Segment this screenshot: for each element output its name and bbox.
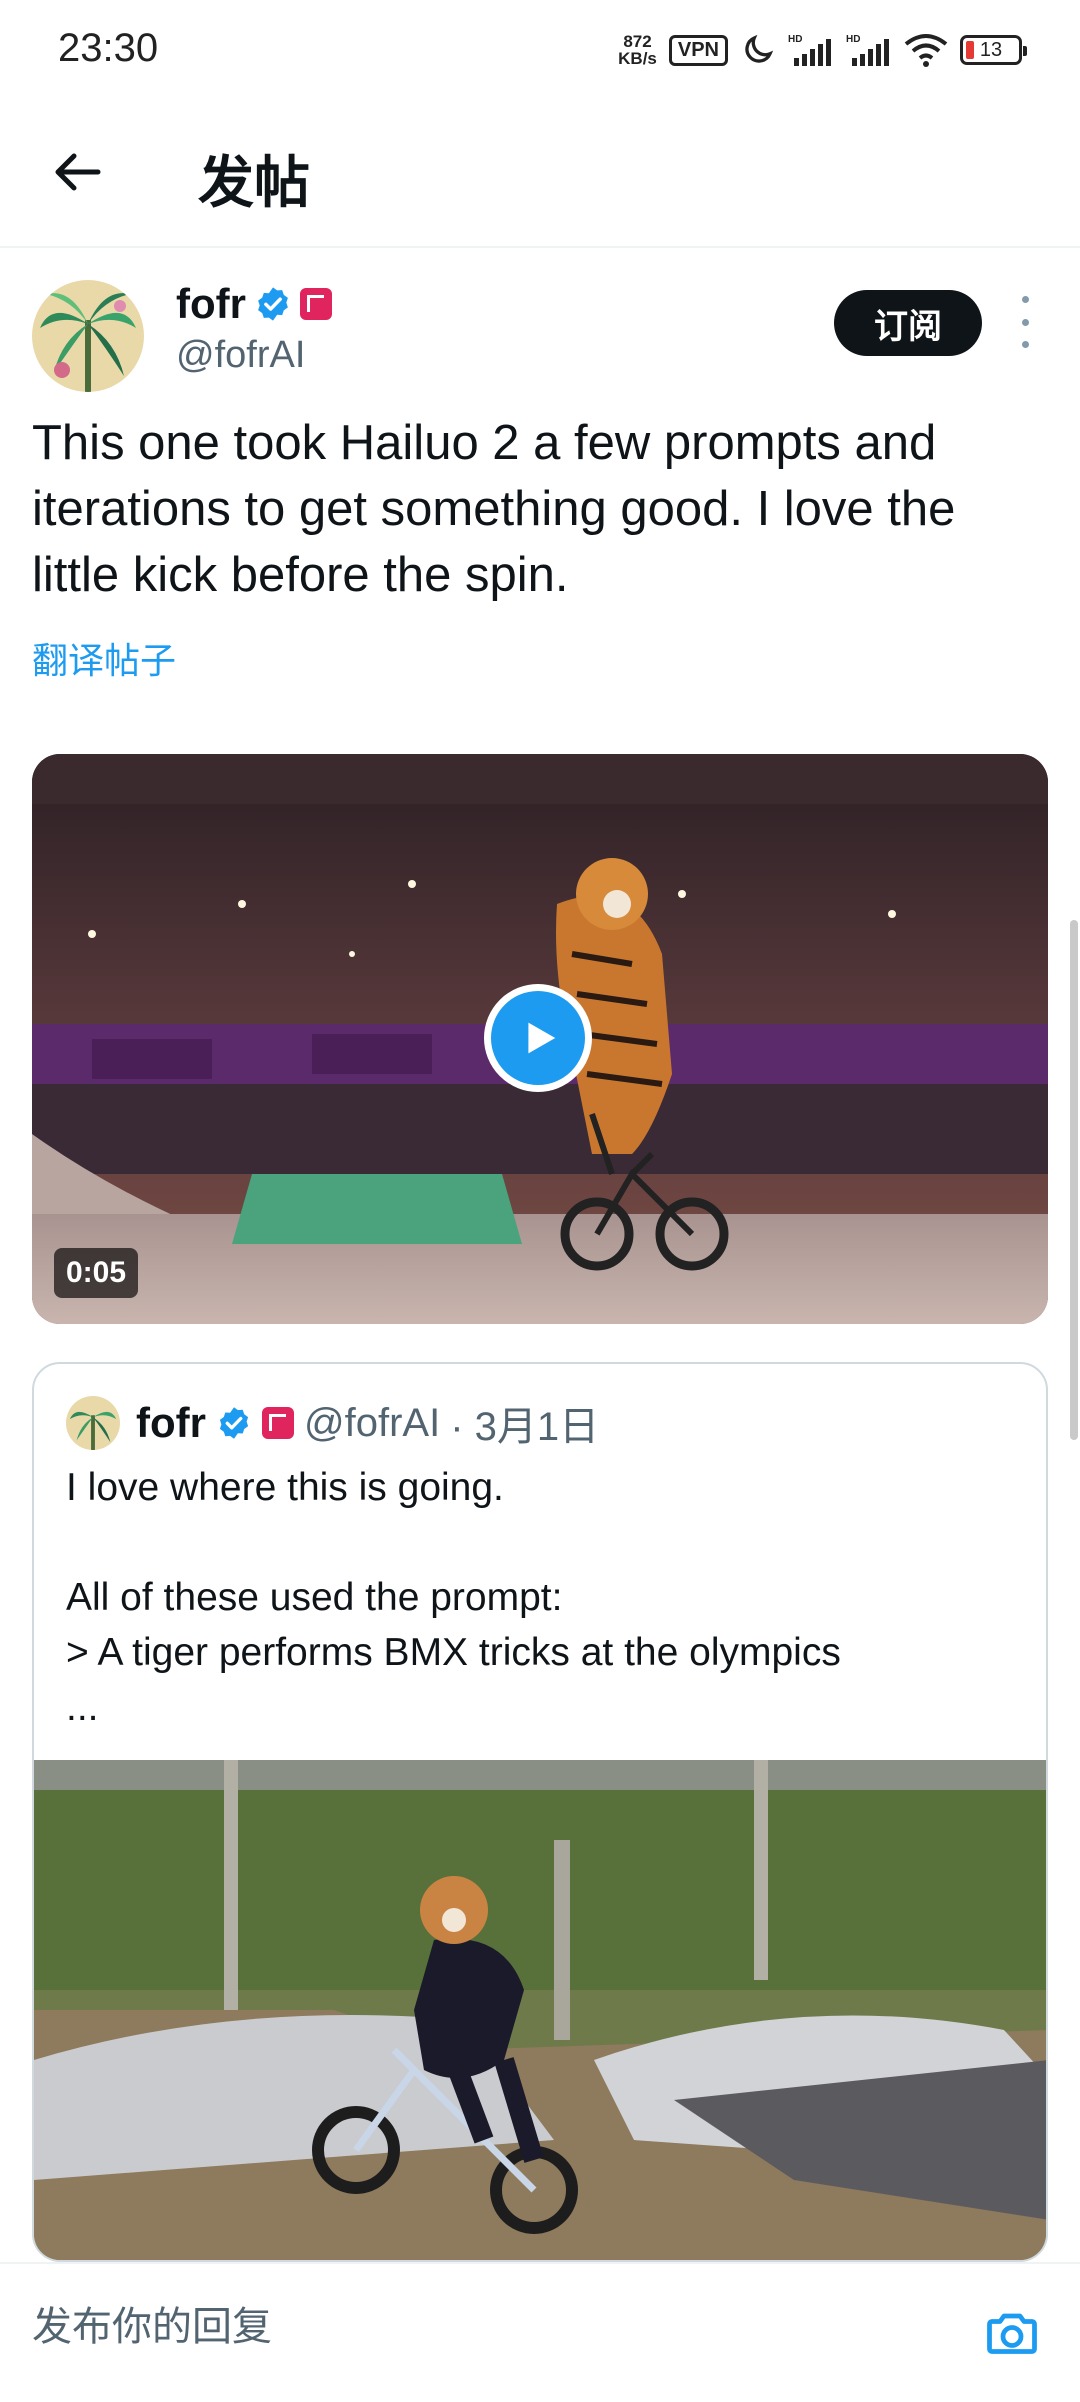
signal-icon-2: HD (846, 34, 889, 66)
video-player[interactable]: 0:05 (32, 754, 1048, 1324)
quoted-author-name: fofr (136, 1399, 206, 1446)
battery-icon: 13 (960, 35, 1027, 65)
network-speed: 872 KB/s (618, 32, 657, 68)
translate-post-link[interactable]: 翻译帖子 (32, 632, 176, 684)
play-icon[interactable] (484, 984, 592, 1092)
top-app-bar: 发帖 (0, 100, 1080, 248)
subscribe-button[interactable]: 订阅 (834, 290, 982, 356)
vpn-badge: VPN (668, 34, 728, 66)
quoted-post-header: fofr @fofrAI · 3月1日 (66, 1394, 599, 1452)
author-handle[interactable]: @fofrAI (176, 334, 305, 377)
affiliate-badge-icon (261, 1407, 294, 1439)
post-body-text: This one took Hailuo 2 a few prompts and… (32, 416, 956, 602)
status-bar: 23:30 872 KB/s VPN HD HD 13 (0, 0, 1080, 100)
back-arrow-icon[interactable] (48, 142, 108, 202)
moon-icon (745, 34, 774, 63)
wifi-icon (904, 34, 948, 67)
svg-text:HD: HD (788, 34, 802, 45)
reply-input[interactable]: 发布你的回复 (32, 2294, 272, 2352)
more-options-icon[interactable] (1010, 296, 1040, 348)
svg-text:HD: HD (846, 34, 860, 45)
quoted-post-text: I love where this is going. All of these… (66, 1466, 841, 1729)
quoted-post[interactable]: fofr @fofrAI · 3月1日 I love where this is… (32, 1362, 1048, 2262)
reply-bar: 发布你的回复 (0, 2262, 1080, 2402)
status-time: 23:30 (58, 26, 159, 70)
affiliate-badge-icon (299, 288, 332, 320)
avatar[interactable] (32, 280, 144, 392)
scrollbar[interactable] (1070, 920, 1078, 1440)
author-name-row[interactable]: fofr (176, 280, 332, 328)
status-icons: 872 KB/s VPN HD HD 13 (618, 26, 1027, 74)
verified-badge-icon (219, 1407, 249, 1439)
quoted-author-handle: @fofrAI (303, 1400, 441, 1445)
camera-icon[interactable] (982, 2304, 1042, 2364)
verified-badge-icon (258, 287, 288, 321)
page-title: 发帖 (198, 151, 310, 214)
quoted-post-image[interactable] (34, 1760, 1048, 2262)
video-duration: 0:05 (54, 1248, 139, 1298)
quoted-avatar (66, 1396, 120, 1450)
quoted-post-date: · 3月1日 (450, 1405, 600, 1449)
signal-icon: HD (788, 34, 831, 66)
author-name[interactable]: fofr (176, 280, 246, 328)
